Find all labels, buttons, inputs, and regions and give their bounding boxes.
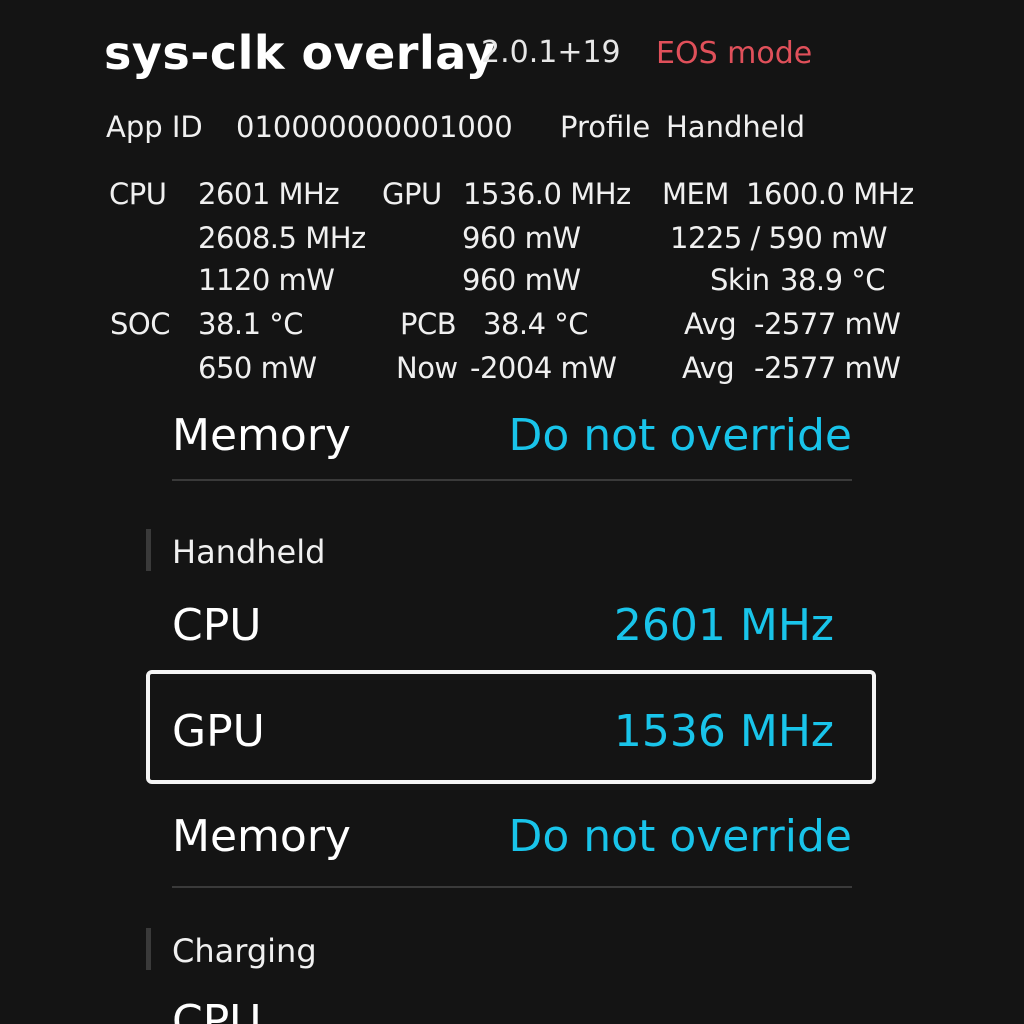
app-id-label: App ID [106, 110, 203, 144]
menu-item-label: CPU [172, 996, 262, 1024]
profile-label: Profile [560, 110, 651, 144]
menu-item-cpu-charging[interactable]: CPU [172, 1000, 852, 1024]
menu-item-value: Do not override [508, 410, 853, 461]
mode-indicator: EOS mode [656, 36, 813, 71]
overlay-screen: sys-clk overlay 2.0.1+19 EOS mode App ID… [0, 0, 1024, 1024]
menu-item-gpu-handheld[interactable]: GPU 1536 MHz [172, 710, 834, 770]
avg-power-2: -2577 mW [754, 351, 901, 385]
now-label: Now [396, 351, 458, 385]
cpu-real-freq: 2608.5 MHz [198, 221, 366, 255]
gpu-stat-label: GPU [382, 177, 442, 211]
mem-stat-label: MEM [662, 177, 729, 211]
avg-label-1: Avg [684, 307, 737, 341]
pcb-stat-label: PCB [400, 307, 457, 341]
app-title: sys-clk overlay [104, 26, 496, 80]
soc-temp: 38.1 °C [198, 307, 304, 341]
cpu-power: 1120 mW [198, 263, 335, 297]
now-power: -2004 mW [470, 351, 617, 385]
menu-item-memory-top[interactable]: Memory Do not override [172, 414, 852, 474]
avg-power-1: -2577 mW [754, 307, 901, 341]
menu-item-value: Do not override [508, 811, 853, 862]
mem-freq: 1600.0 MHz [746, 177, 914, 211]
menu-item-value: 2601 MHz [613, 600, 834, 651]
soc-power: 650 mW [198, 351, 317, 385]
pcb-temp: 38.4 °C [483, 307, 589, 341]
divider [172, 479, 852, 481]
menu-item-label: CPU [172, 600, 262, 651]
section-marker [146, 928, 151, 970]
skin-label: Skin [710, 263, 770, 297]
mem-power: 1225 / 590 mW [670, 221, 888, 255]
avg-label-2: Avg [682, 351, 735, 385]
soc-stat-label: SOC [110, 307, 170, 341]
profile-value: Handheld [666, 110, 806, 144]
divider [172, 886, 852, 888]
skin-temp: 38.9 °C [780, 263, 886, 297]
menu-item-value: 1536 MHz [613, 706, 834, 757]
menu-item-label: Memory [172, 811, 351, 862]
cpu-freq: 2601 MHz [198, 177, 340, 211]
gpu-freq: 1536.0 MHz [463, 177, 631, 211]
menu-item-label: Memory [172, 410, 351, 461]
gpu-power-1: 960 mW [462, 221, 581, 255]
app-version: 2.0.1+19 [481, 35, 621, 70]
section-marker [146, 529, 151, 571]
menu-item-memory-handheld[interactable]: Memory Do not override [172, 815, 852, 875]
cpu-stat-label: CPU [109, 177, 167, 211]
section-title-handheld: Handheld [172, 533, 326, 571]
section-title-charging: Charging [172, 932, 317, 970]
menu-item-label: GPU [172, 706, 265, 757]
app-id-value: 010000000001000 [236, 110, 513, 144]
menu-item-cpu-handheld[interactable]: CPU 2601 MHz [172, 604, 834, 664]
gpu-power-2: 960 mW [462, 263, 581, 297]
